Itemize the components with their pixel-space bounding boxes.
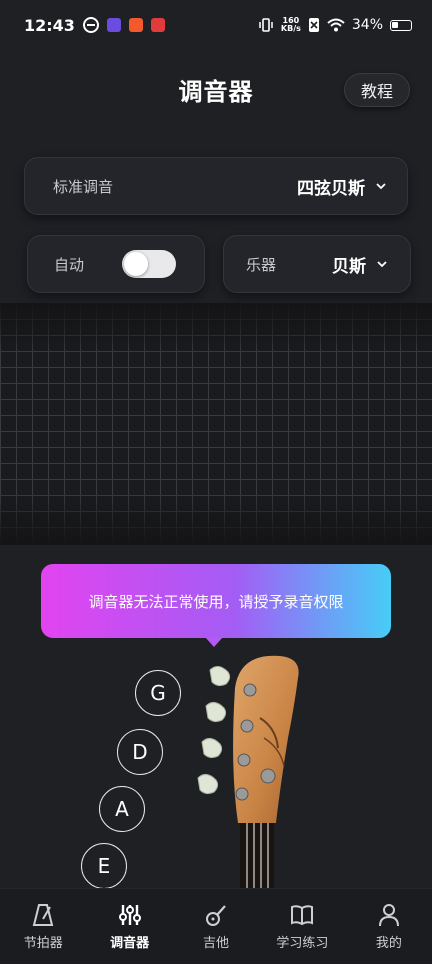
guitar-icon	[206, 905, 226, 926]
nav-label-guitar: 吉他	[203, 936, 230, 951]
battery-icon	[390, 19, 412, 31]
nav-item-tuner[interactable]: 调音器	[86, 889, 172, 964]
toggle-knob	[124, 252, 148, 276]
bottom-navigation: 节拍器 调音器 吉他 学习练习 我的	[0, 888, 432, 964]
string-button-d[interactable]: D	[117, 729, 163, 775]
net-speed-unit: KB/s	[280, 24, 301, 33]
tuner-grid-display	[0, 303, 432, 545]
chevron-down-icon	[377, 261, 387, 268]
vibrate-icon	[259, 18, 273, 32]
string-button-e[interactable]: E	[81, 843, 127, 889]
book-icon	[291, 905, 314, 926]
sim-icon	[308, 18, 319, 32]
tuning-value: 四弦贝斯	[297, 178, 365, 199]
nav-item-profile[interactable]: 我的	[346, 889, 432, 964]
nav-label-metronome: 节拍器	[23, 936, 63, 951]
instrument-value: 贝斯	[332, 256, 366, 277]
bass-headstock-image	[197, 655, 299, 893]
nav-item-guitar[interactable]: 吉他	[173, 889, 259, 964]
banner-pointer	[205, 637, 223, 647]
status-bar: 12:43 160 KB/s 34%	[0, 0, 432, 50]
status-time: 12:43	[24, 15, 75, 35]
tutorial-button[interactable]: 教程	[344, 73, 410, 107]
nav-label-profile: 我的	[375, 936, 402, 951]
battery-percent: 34%	[351, 17, 383, 33]
string-button-g[interactable]: G	[135, 670, 181, 716]
shopping-app-icon	[128, 18, 143, 32]
header: 调音器 教程	[0, 60, 432, 120]
auto-toggle[interactable]	[122, 250, 176, 278]
nav-label-study: 学习练习	[276, 936, 329, 951]
network-speed: 160 KB/s	[281, 17, 301, 33]
wifi-icon	[327, 18, 345, 32]
nav-label-tuner: 调音器	[110, 936, 150, 951]
chevron-down-icon	[376, 183, 386, 190]
instrument-selector[interactable]: 乐器 贝斯	[223, 235, 411, 293]
instrument-label: 乐器	[246, 255, 277, 274]
metronome-icon	[32, 904, 54, 926]
video-app-icon	[106, 18, 121, 32]
string-button-a[interactable]: A	[99, 786, 145, 832]
permission-banner-text: 调音器无法正常使用，请授予录音权限	[88, 592, 344, 611]
auto-mode-card: 自动	[27, 235, 205, 293]
nav-item-metronome[interactable]: 节拍器	[0, 889, 86, 964]
person-icon	[378, 904, 399, 927]
notification-app-icon	[82, 17, 99, 33]
tuning-selector[interactable]: 标准调音 四弦贝斯	[24, 157, 408, 215]
permission-banner[interactable]: 调音器无法正常使用，请授予录音权限	[41, 564, 391, 638]
nav-item-study[interactable]: 学习练习	[259, 889, 345, 964]
news-app-icon	[150, 18, 165, 32]
tuner-sliders-icon	[118, 905, 141, 925]
auto-label: 自动	[54, 255, 85, 274]
tuning-label: 标准调音	[53, 177, 114, 196]
